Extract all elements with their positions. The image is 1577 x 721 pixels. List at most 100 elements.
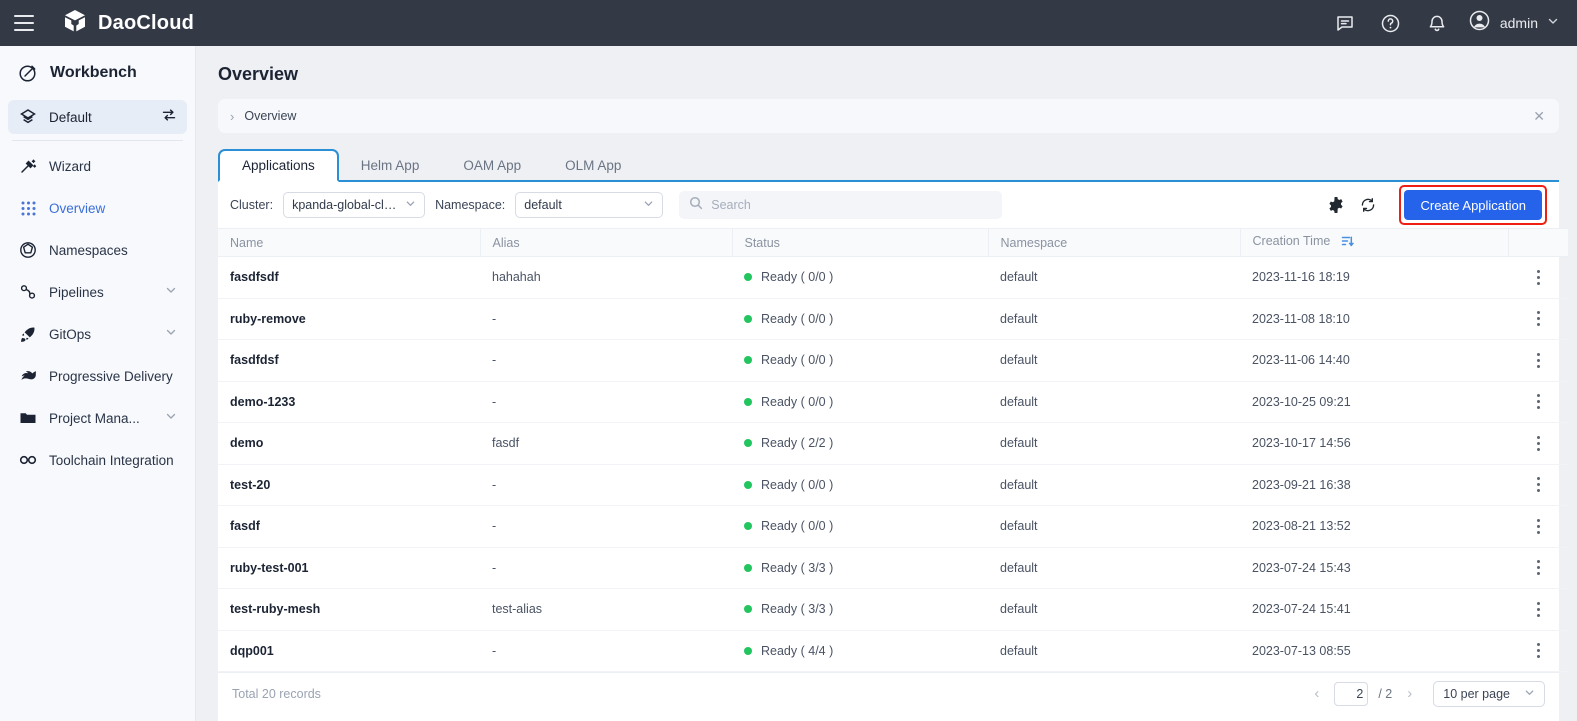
cell-name[interactable]: ruby-test-001 bbox=[218, 547, 480, 589]
cell-name[interactable]: fasdfdsf bbox=[218, 340, 480, 382]
status-text: Ready ( 3/3 ) bbox=[761, 602, 833, 616]
switch-icon[interactable] bbox=[161, 107, 177, 128]
chevron-down-icon[interactable] bbox=[165, 283, 177, 301]
kebab-menu-icon[interactable] bbox=[1520, 477, 1556, 492]
table-row[interactable]: fasdfsdf hahahah Ready ( 0/0 ) default 2… bbox=[218, 257, 1568, 299]
sidebar-item-namespaces[interactable]: Namespaces bbox=[8, 229, 187, 271]
cell-name[interactable]: demo-1233 bbox=[218, 381, 480, 423]
chevron-left-icon[interactable]: ‹ bbox=[1309, 685, 1324, 702]
chevron-down-icon[interactable] bbox=[165, 325, 177, 343]
help-icon[interactable] bbox=[1380, 12, 1402, 34]
sidebar-divider bbox=[12, 140, 183, 141]
cell-actions bbox=[1508, 423, 1568, 465]
kebab-menu-icon[interactable] bbox=[1520, 519, 1556, 534]
sidebar-item-project-management[interactable]: Project Mana... bbox=[8, 397, 187, 439]
gear-icon[interactable] bbox=[1325, 194, 1347, 216]
hamburger-icon[interactable] bbox=[14, 10, 40, 36]
table-row[interactable]: test-20 - Ready ( 0/0 ) default 2023-09-… bbox=[218, 464, 1568, 506]
cell-alias: - bbox=[480, 340, 732, 382]
kebab-menu-icon[interactable] bbox=[1520, 560, 1556, 575]
cell-name[interactable]: fasdfsdf bbox=[218, 257, 480, 299]
cell-name[interactable]: dqp001 bbox=[218, 630, 480, 672]
sidebar-item-gitops[interactable]: GitOps bbox=[8, 313, 187, 355]
tab-applications[interactable]: Applications bbox=[218, 149, 339, 182]
tab-bar: Applications Helm App OAM App OLM App bbox=[218, 149, 1559, 182]
cell-namespace: default bbox=[988, 257, 1240, 299]
app-root: DaoCloud bbox=[0, 0, 1577, 721]
chevron-down-icon[interactable] bbox=[165, 409, 177, 427]
table-row[interactable]: fasdf - Ready ( 0/0 ) default 2023-08-21… bbox=[218, 506, 1568, 548]
sidebar-item-overview[interactable]: Overview bbox=[8, 187, 187, 229]
sort-descending-icon[interactable] bbox=[1341, 235, 1354, 251]
cell-actions bbox=[1508, 589, 1568, 631]
cluster-select-value: kpanda-global-clu... bbox=[292, 198, 398, 212]
table-row[interactable]: demo fasdf Ready ( 2/2 ) default 2023-10… bbox=[218, 423, 1568, 465]
status-text: Ready ( 3/3 ) bbox=[761, 561, 833, 575]
search-input[interactable] bbox=[711, 198, 992, 212]
column-header-name[interactable]: Name bbox=[218, 229, 480, 257]
chevron-right-icon[interactable]: › bbox=[230, 109, 234, 124]
cell-status: Ready ( 0/0 ) bbox=[732, 340, 988, 382]
cell-name[interactable]: ruby-remove bbox=[218, 298, 480, 340]
cell-alias: - bbox=[480, 506, 732, 548]
chevron-down-icon bbox=[405, 198, 416, 212]
cell-namespace: default bbox=[988, 589, 1240, 631]
user-menu[interactable]: admin bbox=[1468, 9, 1559, 37]
tab-helm-app[interactable]: Helm App bbox=[339, 149, 442, 182]
chevron-down-icon[interactable] bbox=[1547, 14, 1559, 32]
kebab-menu-icon[interactable] bbox=[1520, 436, 1556, 451]
kebab-menu-icon[interactable] bbox=[1520, 394, 1556, 409]
tab-olm-app[interactable]: OLM App bbox=[543, 149, 643, 182]
search-box[interactable] bbox=[679, 191, 1002, 219]
sidebar-item-pipelines[interactable]: Pipelines bbox=[8, 271, 187, 313]
kebab-menu-icon[interactable] bbox=[1520, 643, 1556, 658]
message-icon[interactable] bbox=[1334, 12, 1356, 34]
chevron-down-icon bbox=[1524, 687, 1535, 701]
table-row[interactable]: test-ruby-mesh test-alias Ready ( 3/3 ) … bbox=[218, 589, 1568, 631]
kebab-menu-icon[interactable] bbox=[1520, 602, 1556, 617]
sidebar-item-label: Wizard bbox=[49, 159, 177, 174]
close-icon[interactable]: ✕ bbox=[1533, 108, 1545, 125]
cell-name[interactable]: test-ruby-mesh bbox=[218, 589, 480, 631]
create-application-button[interactable]: Create Application bbox=[1404, 190, 1542, 220]
column-header-namespace[interactable]: Namespace bbox=[988, 229, 1240, 257]
sidebar-item-wizard[interactable]: Wizard bbox=[8, 145, 187, 187]
tab-oam-app[interactable]: OAM App bbox=[441, 149, 543, 182]
chevron-right-icon[interactable]: › bbox=[1402, 685, 1417, 702]
refresh-icon[interactable] bbox=[1357, 194, 1379, 216]
status-text: Ready ( 2/2 ) bbox=[761, 436, 833, 450]
table-row[interactable]: fasdfdsf - Ready ( 0/0 ) default 2023-11… bbox=[218, 340, 1568, 382]
kebab-menu-icon[interactable] bbox=[1520, 353, 1556, 368]
cluster-select[interactable]: kpanda-global-clu... bbox=[283, 192, 425, 218]
kebab-menu-icon[interactable] bbox=[1520, 270, 1556, 285]
bird-icon bbox=[18, 366, 38, 386]
table-row[interactable]: dqp001 - Ready ( 4/4 ) default 2023-07-1… bbox=[218, 630, 1568, 672]
bell-icon[interactable] bbox=[1426, 12, 1448, 34]
status-text: Ready ( 0/0 ) bbox=[761, 478, 833, 492]
column-header-creation-time[interactable]: Creation Time bbox=[1240, 229, 1508, 257]
sidebar-item-default[interactable]: Default bbox=[8, 100, 187, 134]
breadcrumb-label[interactable]: Overview bbox=[244, 109, 1533, 123]
page-size-select[interactable]: 10 per page bbox=[1433, 681, 1545, 707]
table-row[interactable]: demo-1233 - Ready ( 0/0 ) default 2023-1… bbox=[218, 381, 1568, 423]
brand[interactable]: DaoCloud bbox=[62, 8, 194, 39]
namespace-select[interactable]: default bbox=[515, 192, 663, 218]
cell-actions bbox=[1508, 298, 1568, 340]
column-header-status[interactable]: Status bbox=[732, 229, 988, 257]
column-header-alias[interactable]: Alias bbox=[480, 229, 732, 257]
sidebar-item-progressive-delivery[interactable]: Progressive Delivery bbox=[8, 355, 187, 397]
workbench-icon bbox=[18, 63, 38, 83]
cell-name[interactable]: demo bbox=[218, 423, 480, 465]
page-input[interactable] bbox=[1334, 682, 1368, 706]
table-row[interactable]: ruby-remove - Ready ( 0/0 ) default 2023… bbox=[218, 298, 1568, 340]
cube-icon bbox=[18, 240, 38, 260]
column-header-creation-time-label: Creation Time bbox=[1253, 234, 1331, 248]
table-row[interactable]: ruby-test-001 - Ready ( 3/3 ) default 20… bbox=[218, 547, 1568, 589]
kebab-menu-icon[interactable] bbox=[1520, 311, 1556, 326]
cell-name[interactable]: test-20 bbox=[218, 464, 480, 506]
cell-name[interactable]: fasdf bbox=[218, 506, 480, 548]
cell-actions bbox=[1508, 547, 1568, 589]
cell-alias: - bbox=[480, 298, 732, 340]
user-name: admin bbox=[1500, 15, 1538, 31]
sidebar-item-toolchain-integration[interactable]: Toolchain Integration bbox=[8, 439, 187, 481]
